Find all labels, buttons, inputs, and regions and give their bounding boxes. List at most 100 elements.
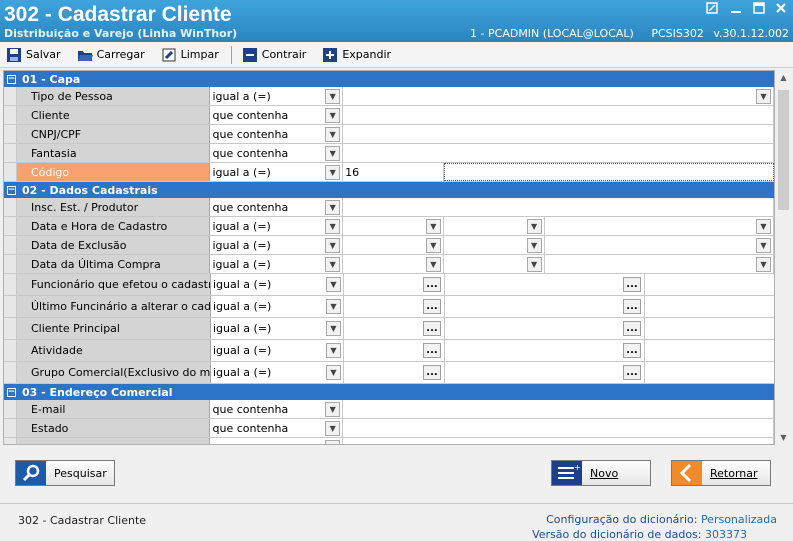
- operator-select[interactable]: igual a (=) ▼: [210, 236, 344, 254]
- value-select[interactable]: ▼: [343, 87, 774, 105]
- ellipsis-button[interactable]: ...: [423, 299, 441, 314]
- code-input[interactable]: 16: [343, 163, 444, 181]
- date-to-input[interactable]: ▼: [545, 236, 774, 254]
- operator-select[interactable]: igual a (=) ▼: [210, 87, 344, 105]
- scroll-up-icon[interactable]: ▲: [776, 70, 791, 85]
- new-button[interactable]: + Novo: [551, 460, 651, 486]
- operator-select[interactable]: igual a (=) ▼: [211, 318, 344, 339]
- time-from-input[interactable]: ▼: [444, 217, 545, 235]
- date-from-input[interactable]: ▼: [343, 236, 444, 254]
- date-from-input[interactable]: ▼: [343, 255, 444, 273]
- operator-select[interactable]: que contenha ▼: [210, 144, 344, 162]
- chevron-down-icon[interactable]: ▼: [756, 256, 771, 272]
- chevron-down-icon[interactable]: ▼: [425, 256, 441, 272]
- collapse-button[interactable]: Contrair: [238, 44, 311, 66]
- restore-icon[interactable]: [705, 2, 719, 18]
- chevron-down-icon[interactable]: ▼: [326, 299, 341, 314]
- lookup-to-input[interactable]: ...: [445, 318, 645, 339]
- chevron-down-icon[interactable]: ▼: [326, 277, 341, 292]
- ellipsis-button[interactable]: ...: [623, 321, 641, 336]
- operator-select[interactable]: igual a (=) ▼: [211, 340, 344, 361]
- chevron-down-icon[interactable]: ▼: [325, 218, 341, 234]
- clear-button[interactable]: Limpar: [157, 44, 223, 66]
- date-from-input[interactable]: ▼: [343, 217, 444, 235]
- ellipsis-button[interactable]: ...: [423, 321, 441, 336]
- value-input[interactable]: [343, 144, 774, 162]
- operator-select[interactable]: igual a (=) ▼: [210, 255, 344, 273]
- lookup-to-input[interactable]: ...: [445, 362, 645, 383]
- operator-select[interactable]: que contenha ▼: [210, 419, 344, 437]
- ellipsis-button[interactable]: ...: [423, 343, 441, 358]
- return-button[interactable]: Retornar: [671, 460, 771, 486]
- chevron-down-icon[interactable]: ▼: [325, 107, 341, 123]
- collapse-toggle-icon[interactable]: −: [7, 387, 16, 397]
- chevron-down-icon[interactable]: ▼: [325, 199, 341, 215]
- lookup-from-input[interactable]: ...: [344, 340, 445, 361]
- section-dados-cadastrais[interactable]: − 02 - Dados Cadastrais: [4, 182, 774, 198]
- minimize-icon[interactable]: [729, 2, 743, 18]
- chevron-down-icon[interactable]: ▼: [325, 439, 341, 444]
- value-input[interactable]: [343, 400, 774, 418]
- ellipsis-button[interactable]: ...: [623, 365, 641, 380]
- ellipsis-button[interactable]: ...: [623, 299, 641, 314]
- date-mid-input[interactable]: ▼: [444, 255, 545, 273]
- chevron-down-icon[interactable]: ▼: [526, 256, 542, 272]
- scroll-thumb[interactable]: [778, 90, 789, 210]
- chevron-down-icon[interactable]: ▼: [326, 365, 341, 380]
- ellipsis-button[interactable]: ...: [623, 343, 641, 358]
- section-endereco-comercial[interactable]: − 03 - Endereço Comercial: [4, 384, 774, 400]
- value-input[interactable]: [343, 106, 774, 124]
- chevron-down-icon[interactable]: ▼: [325, 420, 341, 436]
- operator-select[interactable]: igual a (=) ▼: [211, 274, 344, 295]
- vertical-scrollbar[interactable]: ▲ ▼: [776, 70, 791, 445]
- lookup-to-input[interactable]: ...: [445, 296, 645, 317]
- operator-select[interactable]: que contenha ▼: [210, 106, 344, 124]
- chevron-down-icon[interactable]: ▼: [526, 218, 542, 234]
- lookup-to-input[interactable]: ...: [445, 340, 645, 361]
- search-button[interactable]: Pesquisar: [15, 460, 115, 486]
- save-button[interactable]: Salvar: [2, 44, 65, 66]
- lookup-from-input[interactable]: ...: [344, 296, 445, 317]
- lookup-from-input[interactable]: ...: [344, 362, 445, 383]
- maximize-icon[interactable]: [752, 2, 766, 18]
- load-button[interactable]: Carregar: [73, 44, 149, 66]
- operator-select[interactable]: igual a (=) ▼: [211, 296, 344, 317]
- collapse-toggle-icon[interactable]: −: [7, 185, 16, 195]
- chevron-down-icon[interactable]: ▼: [425, 237, 441, 253]
- date-to-input[interactable]: ▼: [545, 255, 774, 273]
- value-input[interactable]: [343, 198, 774, 216]
- date-mid-input[interactable]: ▼: [444, 236, 545, 254]
- chevron-down-icon[interactable]: ▼: [325, 401, 341, 417]
- section-capa[interactable]: − 01 - Capa: [4, 71, 774, 87]
- value-input[interactable]: [343, 419, 774, 437]
- ellipsis-button[interactable]: ...: [423, 277, 441, 292]
- chevron-down-icon[interactable]: ▼: [756, 237, 771, 253]
- lookup-from-input[interactable]: ...: [344, 318, 445, 339]
- lookup-to-input[interactable]: ...: [445, 274, 645, 295]
- close-icon[interactable]: [774, 2, 788, 18]
- date-to-input[interactable]: ▼: [545, 217, 774, 235]
- chevron-down-icon[interactable]: ▼: [325, 256, 341, 272]
- chevron-down-icon[interactable]: ▼: [325, 88, 341, 104]
- chevron-down-icon[interactable]: ▼: [325, 145, 341, 161]
- chevron-down-icon[interactable]: ▼: [326, 321, 341, 336]
- operator-select[interactable]: que contenha ▼: [210, 198, 344, 216]
- lookup-from-input[interactable]: ...: [344, 274, 445, 295]
- chevron-down-icon[interactable]: ▼: [756, 218, 771, 234]
- chevron-down-icon[interactable]: ▼: [756, 88, 771, 104]
- operator-select[interactable]: que contenha ▼: [210, 400, 344, 418]
- operator-select[interactable]: igual a (=) ▼: [210, 163, 344, 181]
- chevron-down-icon[interactable]: ▼: [325, 126, 341, 142]
- chevron-down-icon[interactable]: ▼: [526, 237, 542, 253]
- operator-select[interactable]: que contenha ▼: [210, 125, 344, 143]
- chevron-down-icon[interactable]: ▼: [425, 218, 441, 234]
- ellipsis-button[interactable]: ...: [423, 365, 441, 380]
- chevron-down-icon[interactable]: ▼: [325, 164, 341, 180]
- expand-button[interactable]: Expandir: [318, 44, 395, 66]
- value-input[interactable]: [343, 125, 774, 143]
- code-to-input[interactable]: [443, 163, 774, 181]
- collapse-toggle-icon[interactable]: −: [7, 74, 16, 84]
- ellipsis-button[interactable]: ...: [623, 277, 641, 292]
- operator-select[interactable]: igual a (=) ▼: [211, 362, 344, 383]
- chevron-down-icon[interactable]: ▼: [326, 343, 341, 358]
